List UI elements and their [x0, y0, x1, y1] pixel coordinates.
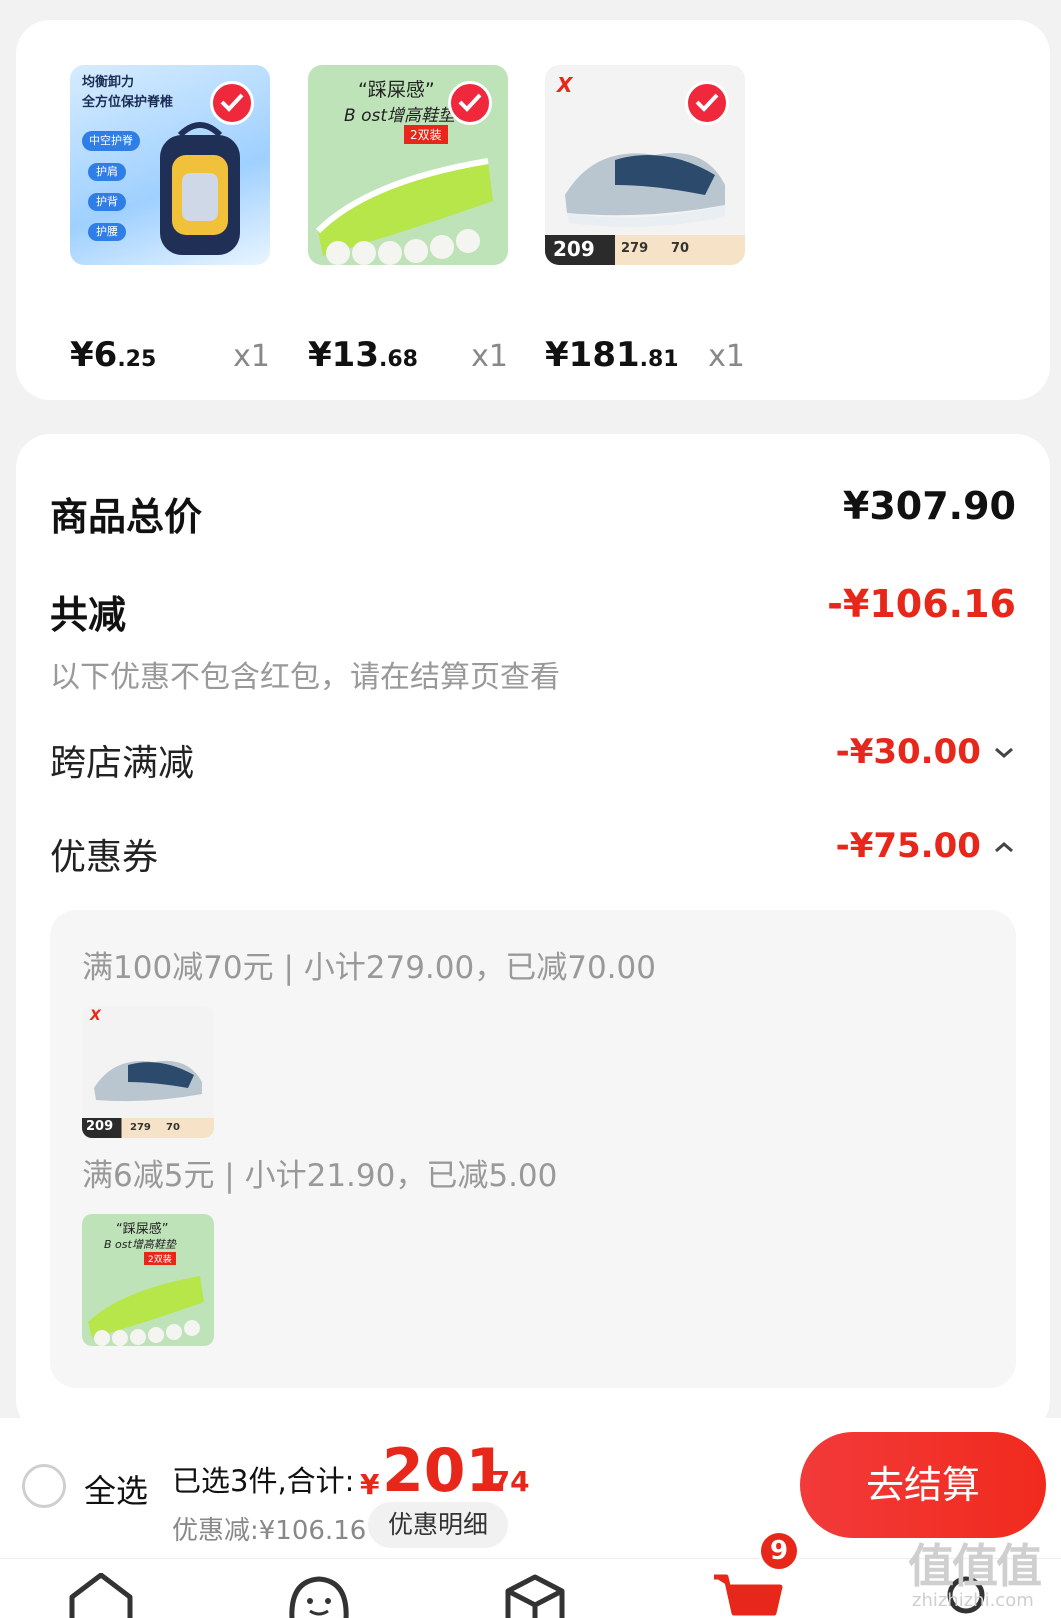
- chevron-up-icon: [995, 842, 1013, 853]
- bottom-tab-bar: [0, 1558, 1061, 1618]
- coupon-item-image-insole[interactable]: “踩屎感” B ost增高鞋垫 2双装: [82, 1214, 214, 1346]
- item-price: ¥13.68: [308, 335, 418, 375]
- thumb-tag: 护背: [88, 193, 126, 211]
- cart-item[interactable]: X 209 279 70 ¥181.81 x1: [545, 65, 745, 375]
- item-price: ¥181.81: [545, 335, 679, 375]
- cart-items-card: 均衡卸力 全方位保护脊椎 中空护脊 护肩 护背 护腰 ¥6.25 x1 “踩屎感…: [16, 20, 1050, 400]
- price-summary-card: 商品总价 ¥307.90 共减 -¥106.16 以下优惠不包含红包，请在结算页…: [16, 434, 1050, 1434]
- checkout-bar: 全选 已选3件,合计: ¥ 201 .74 优惠减:¥106.16 优惠明细 去…: [0, 1418, 1061, 1558]
- checkout-button[interactable]: 去结算: [800, 1432, 1046, 1538]
- cross-store-toggle[interactable]: -¥30.00: [836, 732, 1016, 776]
- item-quantity[interactable]: x1: [708, 339, 745, 374]
- package-icon[interactable]: [502, 1573, 568, 1618]
- thumb-num: 70: [166, 1122, 180, 1133]
- thumb-num: 70: [671, 241, 690, 256]
- thumb-tag: 护肩: [88, 163, 126, 181]
- product-thumb-sub: B ost增高鞋垫: [104, 1238, 176, 1251]
- discount-amount-text: 优惠减:¥106.16: [172, 1516, 367, 1546]
- thumb-num: 279: [621, 241, 649, 256]
- coupon-rule: 满6减5元 | 小计21.90，已减5.00: [82, 1158, 558, 1194]
- selected-count-text: 已选3件,合计:: [172, 1464, 355, 1498]
- product-thumb-sub: B ost增高鞋垫: [344, 106, 455, 126]
- backpack-illustration: [160, 122, 240, 255]
- total-reduction-label: 共减: [50, 593, 127, 637]
- coupon-item-image-sneaker[interactable]: X 209 279 70: [82, 1006, 214, 1138]
- thumb-num: 279: [130, 1122, 151, 1133]
- product-image-backpack[interactable]: 均衡卸力 全方位保护脊椎 中空护脊 护肩 护背 护腰: [70, 65, 270, 265]
- reduction-note: 以下优惠不包含红包，请在结算页查看: [50, 660, 560, 695]
- sneaker-illustration: [565, 153, 725, 227]
- coupon-value: -¥75.00: [835, 826, 981, 866]
- cross-store-label: 跨店满减: [50, 743, 195, 784]
- home-icon[interactable]: [68, 1573, 134, 1618]
- watermark-url: zhizhizhi.com: [912, 1590, 1034, 1611]
- thumb-price: 209: [553, 237, 595, 261]
- coupon-label: 优惠券: [50, 837, 159, 878]
- price-row: ¥6.25 x1: [70, 335, 270, 385]
- price-row: ¥13.68 x1: [308, 335, 508, 385]
- selected-check-icon[interactable]: [685, 81, 729, 125]
- mascot-icon[interactable]: [286, 1573, 352, 1618]
- item-price: ¥6.25: [70, 335, 157, 375]
- product-thumb-caption: “踩屎感”: [358, 79, 435, 101]
- price-banner: 209 279 70: [82, 1118, 214, 1138]
- product-thumb-caption: “踩屎感”: [116, 1222, 169, 1237]
- brand-logo-icon: X: [90, 1008, 101, 1024]
- item-quantity[interactable]: x1: [471, 339, 508, 374]
- price-row: ¥181.81 x1: [545, 335, 745, 385]
- product-image-insole[interactable]: “踩屎感” B ost增高鞋垫 2双装: [308, 65, 508, 265]
- insole-illustration: [315, 158, 493, 265]
- thumb-price: 209: [86, 1119, 114, 1134]
- cart-item[interactable]: 均衡卸力 全方位保护脊椎 中空护脊 护肩 护背 护腰 ¥6.25 x1: [70, 65, 270, 375]
- select-all-radio[interactable]: [22, 1464, 66, 1508]
- coupon-toggle[interactable]: -¥75.00: [836, 826, 1016, 870]
- total-price-label: 商品总价: [50, 495, 203, 539]
- selected-check-icon[interactable]: [210, 81, 254, 125]
- total-amount-decimal: .74: [480, 1465, 530, 1498]
- cart-count-badge: 9: [758, 1530, 800, 1572]
- insole-illustration: [88, 1276, 204, 1346]
- selected-check-icon[interactable]: [448, 81, 492, 125]
- total-currency: ¥: [360, 1468, 380, 1501]
- thumb-tag: 护腰: [88, 223, 126, 241]
- coupon-rule: 满100减70元 | 小计279.00，已减70.00: [82, 950, 656, 986]
- price-banner: 209 279 70: [545, 235, 745, 265]
- item-quantity[interactable]: x1: [233, 339, 270, 374]
- cart-item[interactable]: “踩屎感” B ost增高鞋垫 2双装 ¥13.68 x1: [308, 65, 508, 375]
- brand-logo-icon: X: [557, 73, 573, 97]
- chevron-down-icon: [995, 747, 1013, 758]
- thumb-tag: 中空护脊: [82, 131, 140, 151]
- product-image-sneaker[interactable]: X 209 279 70: [545, 65, 745, 265]
- coupon-detail-panel: 满100减70元 | 小计279.00，已减70.00 X 209 279 70…: [50, 910, 1016, 1388]
- total-price-value: ¥307.90: [842, 484, 1016, 528]
- watermark-logo: 值值值: [908, 1539, 1042, 1593]
- total-reduction-value: -¥106.16: [827, 582, 1016, 626]
- select-all-label[interactable]: 全选: [84, 1466, 148, 1512]
- sneaker-illustration: [94, 1060, 202, 1102]
- product-thumb-caption: 均衡卸力 全方位保护脊椎: [82, 75, 174, 110]
- cart-icon[interactable]: [712, 1569, 784, 1618]
- discount-detail-button[interactable]: 优惠明细: [368, 1502, 508, 1548]
- cross-store-value: -¥30.00: [835, 732, 981, 772]
